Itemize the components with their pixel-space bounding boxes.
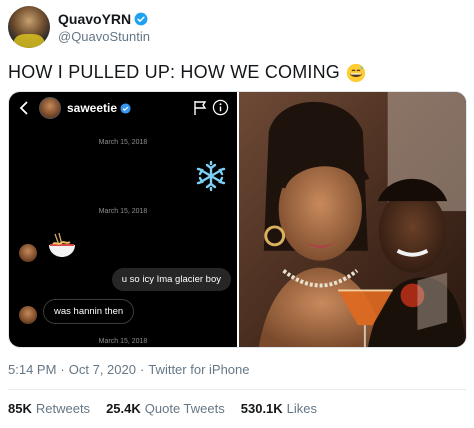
retweets-stat[interactable]: 85K Retweets [8, 401, 90, 416]
sender-avatar [19, 306, 37, 324]
dm-message-incoming: was hannin then [43, 299, 135, 324]
likes-count: 530.1K [240, 401, 283, 416]
info-icon [212, 99, 229, 116]
grinning-sweat-face-emoji-icon [346, 63, 366, 82]
tweet-source[interactable]: Twitter for iPhone [148, 362, 249, 377]
display-name-text[interactable]: QuavoYRN [58, 11, 131, 27]
quote-tweets-stat[interactable]: 25.4K Quote Tweets [106, 401, 225, 416]
dm-screenshot[interactable]: saweetie March 15, 2018 March 15, 2018 u… [9, 92, 237, 347]
likes-stat[interactable]: 530.1K Likes [241, 401, 317, 416]
tweet-text: HOW I PULLED UP: HOW WE COMING [8, 62, 341, 82]
dm-date-2: March 15, 2018 [98, 208, 148, 215]
retweets-label: Retweets [35, 401, 91, 416]
tweet-header: QuavoYRN @QuavoStuntin [8, 6, 308, 50]
quote-tweets-label: Quote Tweets [144, 401, 225, 416]
dm-verified-icon [120, 102, 131, 114]
tweet-stats: 85K Retweets 25.4K Quote Tweets 530.1K L… [8, 401, 317, 416]
author-display-name[interactable]: QuavoYRN [58, 11, 148, 27]
dm-date-1: March 15, 2018 [98, 139, 148, 146]
selfie-photo-image [239, 92, 466, 347]
dm-username-text: saweetie [67, 101, 118, 115]
meta-separator: · [139, 362, 145, 377]
divider [8, 389, 466, 390]
snowflake-icon [196, 160, 226, 192]
likes-label: Likes [286, 401, 318, 416]
tweet-media[interactable]: saweetie March 15, 2018 March 15, 2018 u… [8, 91, 467, 348]
dm-header: saweetie [9, 92, 237, 124]
tweet-date[interactable]: Oct 7, 2020 [69, 362, 136, 377]
noodle-bowl-icon [49, 232, 75, 257]
meta-separator: · [60, 362, 65, 377]
author-avatar[interactable] [8, 6, 50, 48]
author-handle[interactable]: @QuavoStuntin [58, 29, 150, 44]
tweet-body: HOW I PULLED UP: HOW WE COMING [8, 62, 366, 83]
selfie-photo[interactable] [239, 92, 466, 347]
tweet-meta: 5:14 PM · Oct 7, 2020 · Twitter for iPho… [8, 362, 249, 377]
retweets-count: 85K [8, 401, 32, 416]
dm-message-outgoing: u so icy Ima glacier boy [111, 268, 231, 291]
dm-avatar [39, 97, 61, 119]
tweet-time[interactable]: 5:14 PM [8, 362, 56, 377]
verified-badge-icon [134, 12, 148, 26]
quote-tweets-count: 25.4K [106, 401, 141, 416]
back-arrow-icon [19, 101, 28, 115]
flag-icon [194, 101, 207, 115]
dm-username: saweetie [67, 101, 131, 115]
sender-avatar [19, 244, 37, 262]
dm-date-3: March 15, 2018 [98, 338, 148, 345]
